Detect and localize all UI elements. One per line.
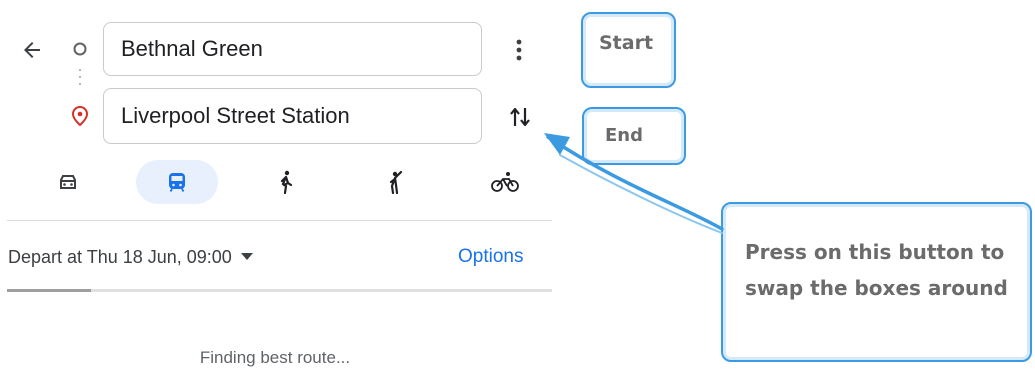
mode-car[interactable]	[27, 160, 109, 204]
depart-time-selector[interactable]: Depart at Thu 18 Jun, 09:00	[8, 244, 253, 270]
more-vertical-icon	[516, 39, 522, 61]
arrow-left-icon	[24, 42, 40, 58]
start-annotation-label: Start	[599, 32, 654, 54]
mode-walking[interactable]	[245, 160, 327, 204]
depart-time-label: Depart at Thu 18 Jun, 09:00	[8, 246, 232, 267]
car-icon	[60, 175, 76, 189]
back-button[interactable]	[16, 34, 48, 66]
status-message: Finding best route...	[199, 348, 351, 367]
start-location-value: Bethnal Green	[121, 36, 263, 61]
destination-pin-icon	[69, 105, 91, 127]
annotation-pointer-arrow	[544, 133, 724, 234]
start-circle-icon	[70, 39, 90, 59]
more-options-button[interactable]	[505, 34, 533, 66]
swap-hint-annotation: Press on this button to swap the boxes a…	[721, 202, 1032, 362]
divider	[7, 220, 552, 221]
train-icon	[169, 173, 185, 192]
caret-down-icon	[240, 253, 253, 260]
loading-progress-bar	[7, 289, 552, 292]
walking-icon	[280, 170, 293, 194]
bicycle-icon	[491, 172, 519, 192]
destination-input[interactable]: Liverpool Street Station	[103, 88, 482, 144]
swap-vertical-icon	[510, 107, 530, 127]
mode-transit[interactable]	[136, 160, 218, 204]
destination-value: Liverpool Street Station	[121, 103, 350, 128]
loading-progress-fill	[7, 289, 91, 292]
route-connector	[79, 68, 81, 90]
start-location-input[interactable]: Bethnal Green	[103, 22, 482, 76]
person-waving-icon	[389, 170, 403, 194]
start-annotation: Start	[581, 12, 676, 88]
options-label: Options	[458, 246, 524, 267]
options-button[interactable]: Options	[458, 244, 523, 270]
swap-hint-text: Press on this button to swap the boxes a…	[745, 240, 1008, 300]
mode-ride[interactable]	[355, 160, 437, 204]
